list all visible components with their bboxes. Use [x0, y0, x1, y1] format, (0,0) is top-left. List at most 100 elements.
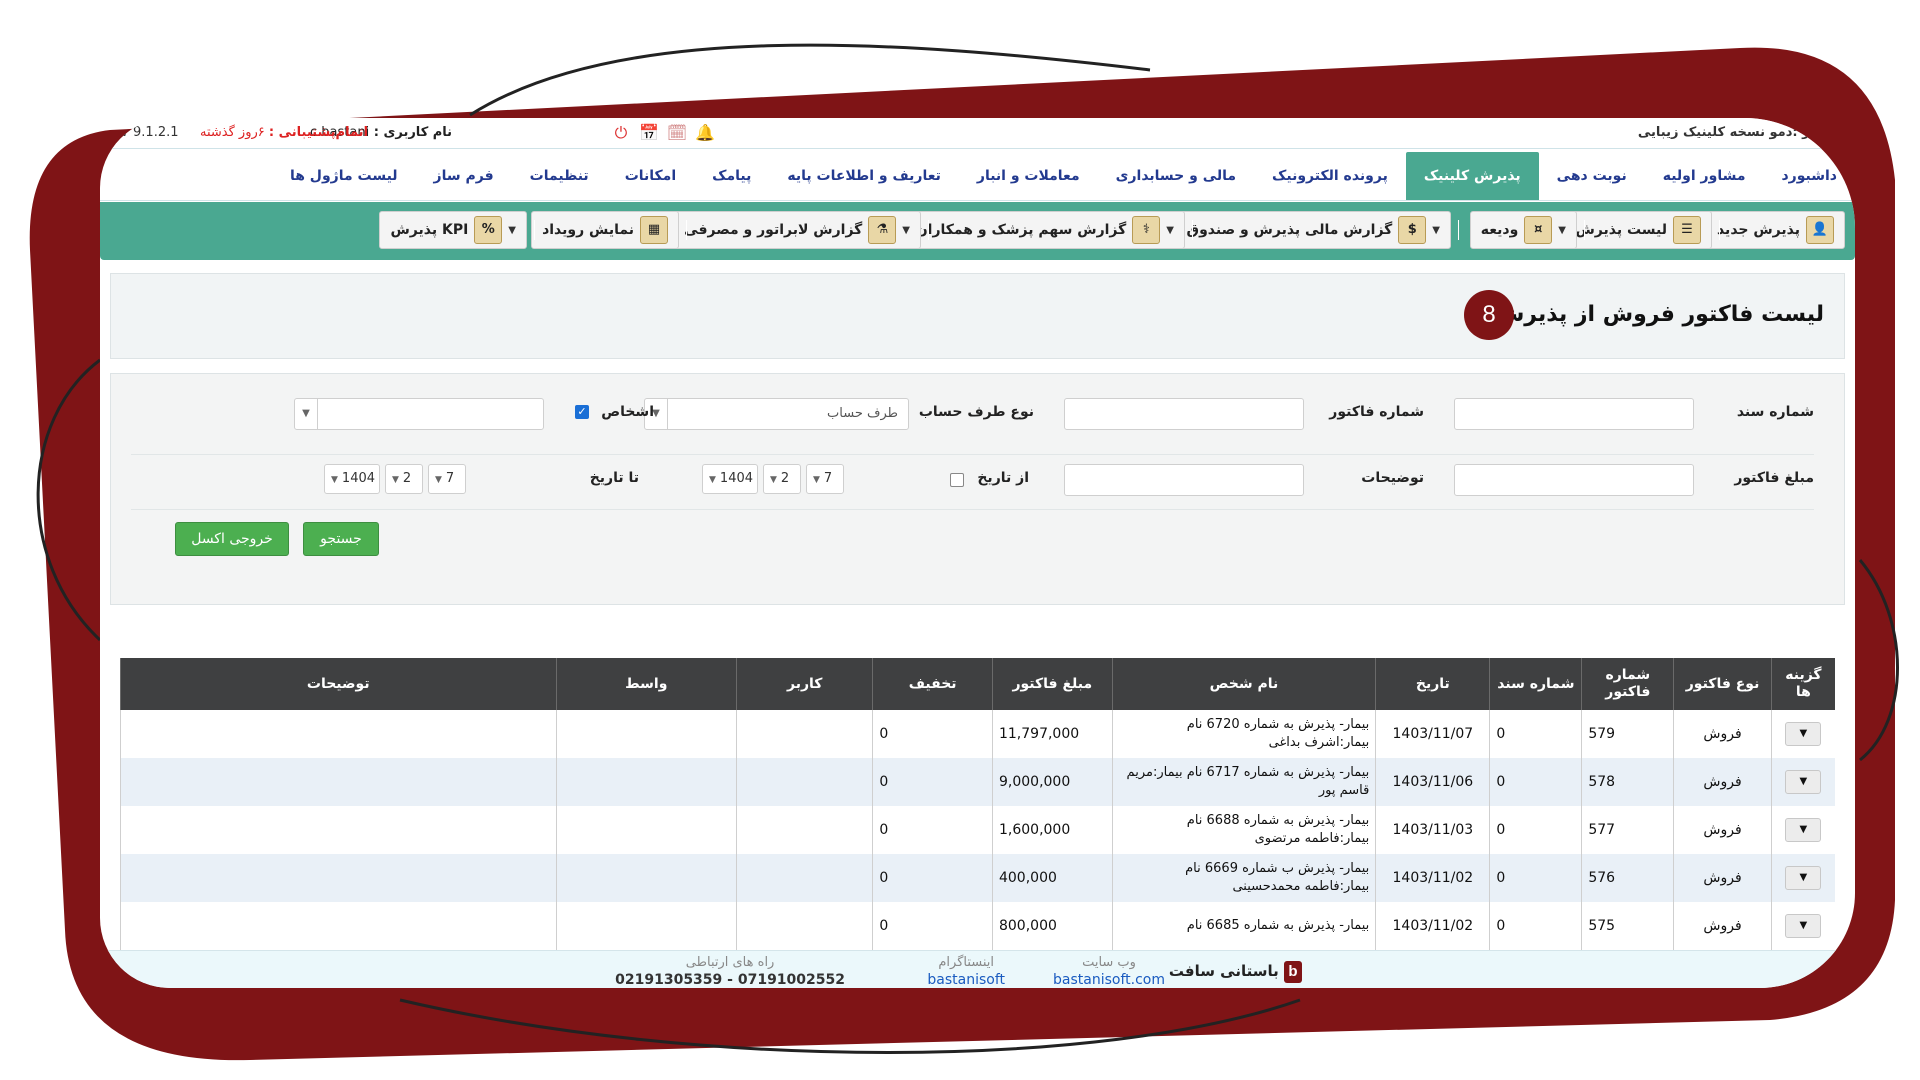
bell-icon[interactable]: 🔔	[694, 122, 716, 144]
chevron-down-icon: ▼	[295, 399, 318, 429]
tab-3[interactable]: پذیرش کلینیک	[1405, 152, 1539, 200]
instagram-link[interactable]: bastanisoft	[927, 972, 1005, 988]
invoice-amount-input[interactable]	[1454, 464, 1694, 496]
instagram-block: اینستاگرام bastanisoft	[927, 955, 1005, 988]
from-date-day[interactable]: ▼ 7	[806, 464, 844, 494]
cell-discount: 0	[872, 758, 993, 806]
tab-0[interactable]: داشبورد	[1764, 152, 1856, 200]
cell-doc: 0	[1489, 806, 1582, 854]
column-header[interactable]: واسط	[555, 658, 737, 710]
kpi-button[interactable]: ▼ % KPI پذیرش	[379, 211, 527, 249]
cell-user	[736, 854, 873, 902]
from-date-year[interactable]: ▼ 1404	[702, 464, 758, 494]
invoice-table-container: گزینه ها نوع فاکتور شماره فاکتور شماره سند ت…	[120, 658, 1835, 988]
tab-10[interactable]: تنظیمات	[512, 152, 607, 200]
column-header[interactable]: توضیحات	[120, 658, 556, 710]
row-options-dropdown-icon[interactable]: ▼	[1785, 818, 1822, 842]
description-input[interactable]	[1064, 464, 1304, 496]
to-date-label: تا تاریخ	[589, 470, 639, 486]
column-header[interactable]: تاریخ	[1375, 658, 1490, 710]
support-info: اتمام‌پشتیبانی : ۶روز گذشته	[200, 125, 368, 140]
excel-export-button[interactable]: خروجی اکسل	[175, 522, 289, 556]
invoice-number-input[interactable]	[1064, 398, 1304, 430]
from-date-month-value: 2	[780, 471, 790, 486]
website-block: وب سایت bastanisoft.com	[1053, 955, 1165, 988]
show-event-button[interactable]: ▦ نمایش رویداد	[531, 211, 679, 249]
column-header[interactable]: نوع فاکتور	[1673, 658, 1772, 710]
tab-2[interactable]: نوبت دهی	[1539, 152, 1645, 200]
tab-6[interactable]: معاملات و انبار	[959, 152, 1098, 200]
from-date-month[interactable]: ▼ 2	[763, 464, 801, 494]
persons-checkbox[interactable]: ✓	[575, 405, 589, 419]
table-row[interactable]: ▼ فروش 575 0 1403/11/02 بیمار- پذیرش به شماره…	[120, 902, 1835, 950]
tab-4[interactable]: پرونده الکترونیک	[1254, 152, 1406, 200]
tab-8[interactable]: پیامک	[694, 152, 769, 200]
show-event-label: نمایش رویداد	[542, 222, 634, 238]
cell-type: فروش	[1673, 902, 1772, 950]
new-reception-button[interactable]: 👤 پذیرش جدید	[1705, 211, 1845, 249]
calendar-icon[interactable]: 🗓	[666, 122, 688, 144]
tab-1[interactable]: مشاور اولیه	[1645, 152, 1764, 200]
invoice-number-label: شماره فاکتور	[1329, 404, 1424, 420]
persons-select[interactable]: ▼	[294, 398, 544, 430]
cell-user	[736, 758, 873, 806]
cell-name: بیمار- پذیرش ب شماره 6669 نام بیمار:فاطم…	[1111, 854, 1376, 902]
contact-block: راه های ارتباطی 07191002552 - 0219130535…	[615, 955, 845, 988]
column-header[interactable]: شماره سند	[1489, 658, 1582, 710]
cell-amount: 400,000	[991, 854, 1113, 902]
invoice-amount-label: مبلغ فاکتور	[1734, 470, 1814, 486]
chevron-down-icon: ▼	[1166, 224, 1174, 236]
page-title: لیست فاکتور فروش از پذیرش	[1493, 302, 1824, 327]
cell-amount: 800,000	[991, 902, 1113, 950]
to-date-year[interactable]: ▼ 1404	[324, 464, 380, 494]
search-button[interactable]: جستجو	[303, 522, 379, 556]
from-date-checkbox[interactable]	[950, 473, 964, 487]
row-options-dropdown-icon[interactable]: ▼	[1785, 770, 1822, 794]
tab-12[interactable]: لیست ماژول ها	[272, 152, 416, 200]
filter-panel: شماره سند شماره فاکتور نوع طرف حساب طرف …	[110, 373, 1845, 605]
contact-phones: 07191002552 - 02191305359	[615, 972, 845, 988]
financial-report-button[interactable]: ▼ $ گزارش مالی پذیرش و صندوق	[1175, 211, 1451, 249]
table-body: ▼ فروش 579 0 1403/11/07 بیمار- پذیرش به شماره…	[120, 710, 1835, 950]
row-options-dropdown-icon[interactable]: ▼	[1785, 866, 1822, 890]
doctor-share-report-button[interactable]: ▼ ⚕ گزارش سهم پزشک و همکاران	[904, 211, 1185, 249]
column-header[interactable]: کاربر	[736, 658, 873, 710]
top-status-bar: کاربر :دمو نسخه کلینیک زیبایی ⏻ 📅 🗓 🔔 نا…	[100, 118, 1855, 149]
to-date-day-value: 7	[445, 471, 455, 486]
tab-11[interactable]: فرم ساز	[416, 152, 512, 200]
website-label: وب سایت	[1082, 955, 1136, 970]
account-side-select[interactable]: طرف حساب ▼	[644, 398, 909, 430]
column-header[interactable]: مبلغ فاکتور	[991, 658, 1113, 710]
tab-9[interactable]: امکانات	[607, 152, 694, 200]
row-options-dropdown-icon[interactable]: ▼	[1785, 722, 1822, 746]
contact-label: راه های ارتباطی	[685, 955, 775, 970]
power-icon[interactable]: ⏻	[610, 122, 632, 144]
deposit-button[interactable]: ▼ ¤ ودیعه	[1469, 211, 1577, 249]
website-link[interactable]: bastanisoft.com	[1053, 972, 1165, 988]
table-row[interactable]: ▼ فروش 579 0 1403/11/07 بیمار- پذیرش به شماره…	[120, 710, 1835, 758]
table-row[interactable]: ▼ فروش 578 0 1403/11/06 بیمار- پذیرش به شماره…	[120, 758, 1835, 806]
cell-user	[736, 902, 873, 950]
table-header-row: گزینه ها نوع فاکتور شماره فاکتور شماره سند ت…	[120, 658, 1835, 710]
column-header[interactable]: گزینه ها	[1770, 658, 1835, 710]
lab-report-button[interactable]: ▼ ⚗ گزارش لابراتور و مصرفی ها	[653, 211, 921, 249]
financial-report-label: گزارش مالی پذیرش و صندوق	[1186, 222, 1393, 238]
doctor-icon: ⚕	[1132, 216, 1161, 244]
kpi-label: KPI پذیرش	[390, 222, 469, 238]
doc-number-input[interactable]	[1454, 398, 1694, 430]
row-options-dropdown-icon[interactable]: ▼	[1785, 914, 1822, 938]
to-date-month[interactable]: ▼ 2	[385, 464, 423, 494]
calendar-check-icon[interactable]: 📅	[638, 122, 660, 144]
column-header[interactable]: تخفیف	[872, 658, 993, 710]
table-row[interactable]: ▼ فروش 576 0 1403/11/02 بیمار- پذیرش ب شماره …	[120, 854, 1835, 902]
column-header[interactable]: نام شخص	[1111, 658, 1376, 710]
table-row[interactable]: ▼ فروش 577 0 1403/11/03 بیمار- پذیرش به شماره…	[120, 806, 1835, 854]
cell-type: فروش	[1673, 854, 1772, 902]
column-header[interactable]: شماره فاکتور	[1581, 658, 1674, 710]
to-date-day[interactable]: ▼ 7	[428, 464, 466, 494]
cell-name: بیمار- پذیرش به شماره 6688 نام بیمار:فاط…	[1111, 806, 1376, 854]
reception-list-button[interactable]: ☰ لیست پذیرش	[1564, 211, 1712, 249]
tab-5[interactable]: مالی و حسابداری	[1098, 152, 1254, 200]
account-side-label: نوع طرف حساب	[918, 404, 1034, 420]
tab-7[interactable]: تعاریف و اطلاعات پایه	[769, 152, 959, 200]
